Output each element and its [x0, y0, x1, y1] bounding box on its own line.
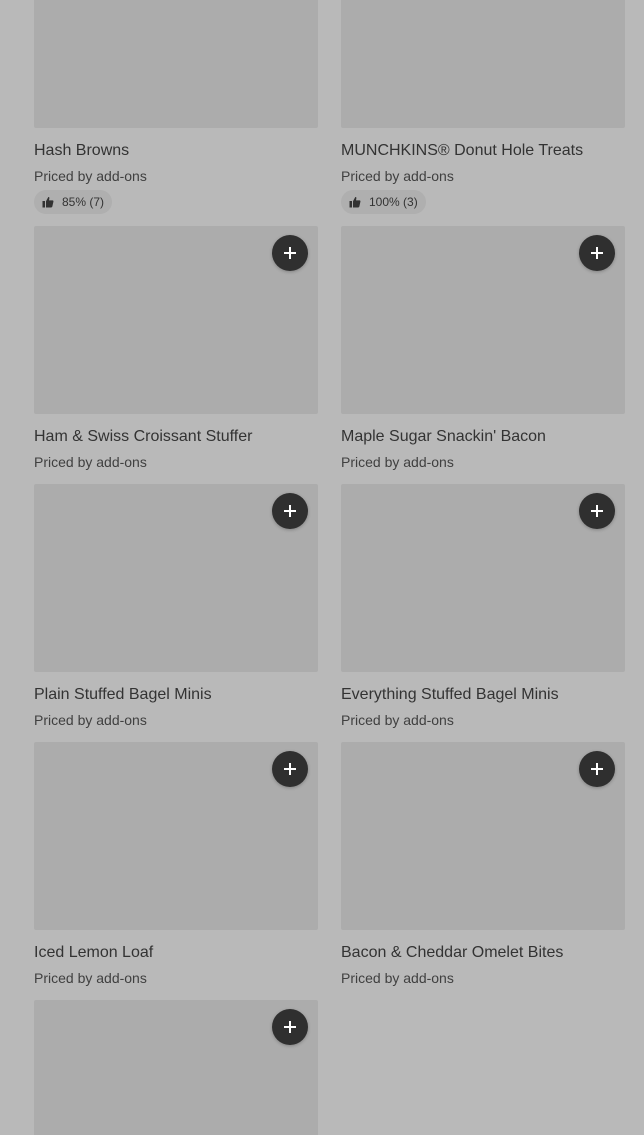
item-price-note: Priced by add-ons — [341, 712, 454, 728]
plus-icon — [591, 763, 603, 775]
add-to-cart-button[interactable] — [579, 751, 615, 787]
item-price-note: Priced by add-ons — [34, 970, 147, 986]
rating-badge: 85% (7) — [34, 190, 113, 214]
rating-badge: 100% (3) — [341, 190, 426, 214]
item-title[interactable]: Bacon & Cheddar Omelet Bites — [341, 942, 641, 964]
add-to-cart-button[interactable] — [272, 493, 308, 529]
item-title[interactable]: Plain Stuffed Bagel Minis — [34, 684, 334, 706]
menu-item-card[interactable] — [34, 1000, 318, 1135]
plus-icon — [284, 505, 296, 517]
item-title[interactable]: Maple Sugar Snackin' Bacon — [341, 426, 641, 448]
plus-icon — [591, 247, 603, 259]
rating-text: 85% (7) — [62, 195, 105, 209]
item-price-note: Priced by add-ons — [34, 454, 147, 470]
item-thumbnail[interactable] — [341, 0, 625, 128]
thumbs-up-icon — [42, 196, 54, 208]
item-title[interactable]: Ham & Swiss Croissant Stuffer — [34, 426, 334, 448]
add-to-cart-button[interactable] — [272, 235, 308, 271]
item-price-note: Priced by add-ons — [34, 712, 147, 728]
item-title[interactable]: Everything Stuffed Bagel Minis — [341, 684, 641, 706]
item-thumbnail[interactable] — [34, 0, 318, 128]
item-price-note: Priced by add-ons — [341, 168, 454, 184]
add-to-cart-button[interactable] — [272, 751, 308, 787]
add-to-cart-button[interactable] — [272, 1009, 308, 1045]
plus-icon — [591, 505, 603, 517]
item-price-note: Priced by add-ons — [341, 970, 454, 986]
plus-icon — [284, 763, 296, 775]
item-price-note: Priced by add-ons — [34, 168, 147, 184]
plus-icon — [284, 247, 296, 259]
rating-text: 100% (3) — [369, 195, 418, 209]
menu-item-grid: Hash Browns Priced by add-ons 85% (7) MU… — [0, 0, 644, 1135]
plus-icon — [284, 1021, 296, 1033]
item-title[interactable]: MUNCHKINS® Donut Hole Treats — [341, 140, 641, 162]
add-to-cart-button[interactable] — [579, 235, 615, 271]
item-title[interactable]: Hash Browns — [34, 140, 334, 162]
item-title[interactable]: Iced Lemon Loaf — [34, 942, 334, 964]
add-to-cart-button[interactable] — [579, 493, 615, 529]
thumbs-up-icon — [349, 196, 361, 208]
item-price-note: Priced by add-ons — [341, 454, 454, 470]
